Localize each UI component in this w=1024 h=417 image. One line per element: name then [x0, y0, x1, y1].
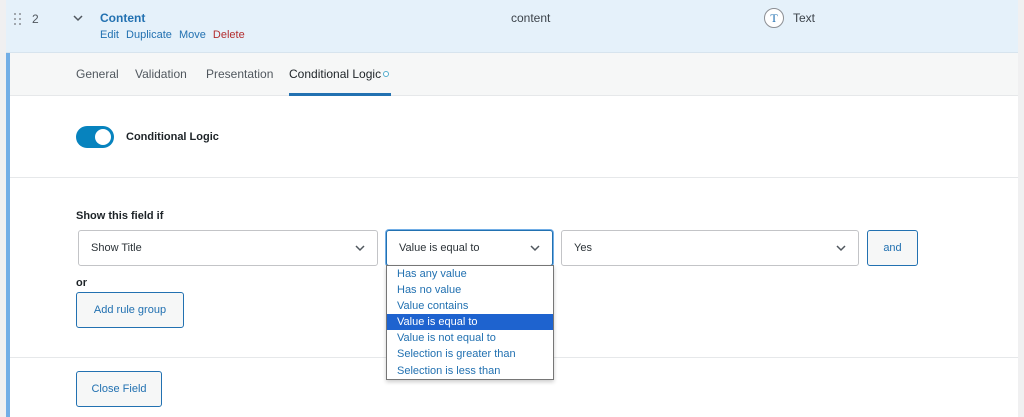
dropdown-option[interactable]: Value is equal to [387, 314, 553, 331]
move-link[interactable]: Move [179, 29, 206, 41]
text-type-icon: T [764, 8, 784, 28]
chevron-down-icon [836, 245, 846, 252]
dropdown-option[interactable]: Has no value [387, 282, 553, 298]
row-actions: Edit Duplicate Move Delete [100, 29, 249, 41]
and-button[interactable]: and [867, 230, 918, 266]
rule-value-value: Yes [574, 242, 592, 254]
rule-value-select[interactable]: Yes [561, 230, 859, 266]
delete-link[interactable]: Delete [213, 29, 245, 41]
tab-presentation[interactable]: Presentation [206, 67, 273, 81]
conditional-logic-toggle-row: Conditional Logic [10, 96, 1018, 178]
field-order: 2 [32, 12, 39, 26]
operator-dropdown-list[interactable]: Has any value Has no value Value contains V… [386, 265, 554, 380]
toggle-label: Conditional Logic [126, 131, 219, 143]
field-label[interactable]: Content [100, 11, 145, 25]
tab-validation[interactable]: Validation [135, 67, 187, 81]
field-type: Text [793, 11, 816, 25]
add-rule-group-button[interactable]: Add rule group [76, 292, 184, 328]
rule-field-value: Show Title [91, 242, 142, 254]
dropdown-option[interactable]: Has any value [387, 266, 553, 282]
tab-conditional-logic[interactable]: Conditional Logic [289, 67, 381, 81]
chevron-down-icon [355, 245, 365, 252]
rule-operator-value: Value is equal to [399, 242, 480, 254]
drag-handle-icon[interactable] [14, 13, 24, 27]
field-editor: 2 Content Edit Duplicate Move Delete con… [0, 0, 1024, 417]
edit-link[interactable]: Edit [100, 29, 119, 41]
settings-tabs: General Validation Presentation Conditio… [10, 53, 1018, 96]
dropdown-option[interactable]: Selection is less than [387, 363, 553, 379]
chevron-down-icon [530, 245, 540, 252]
rule-operator-select[interactable]: Value is equal to [386, 230, 553, 266]
chevron-down-icon[interactable] [73, 13, 83, 23]
duplicate-link[interactable]: Duplicate [126, 29, 172, 41]
toggle-knob [95, 129, 111, 145]
or-label: or [76, 277, 87, 289]
tab-general[interactable]: General [76, 67, 119, 81]
right-gutter [1018, 0, 1024, 417]
close-field-button[interactable]: Close Field [76, 371, 162, 407]
dropdown-option[interactable]: Selection is greater than [387, 346, 553, 362]
rules-title: Show this field if [76, 210, 164, 222]
field-name: content [511, 11, 551, 25]
rule-field-select[interactable]: Show Title [78, 230, 378, 266]
field-row[interactable]: 2 Content Edit Duplicate Move Delete con… [6, 0, 1018, 53]
conditional-logic-toggle[interactable] [76, 126, 114, 148]
dropdown-option[interactable]: Value is not equal to [387, 330, 553, 346]
dropdown-option[interactable]: Value contains [387, 298, 553, 314]
active-indicator-icon [383, 71, 389, 77]
